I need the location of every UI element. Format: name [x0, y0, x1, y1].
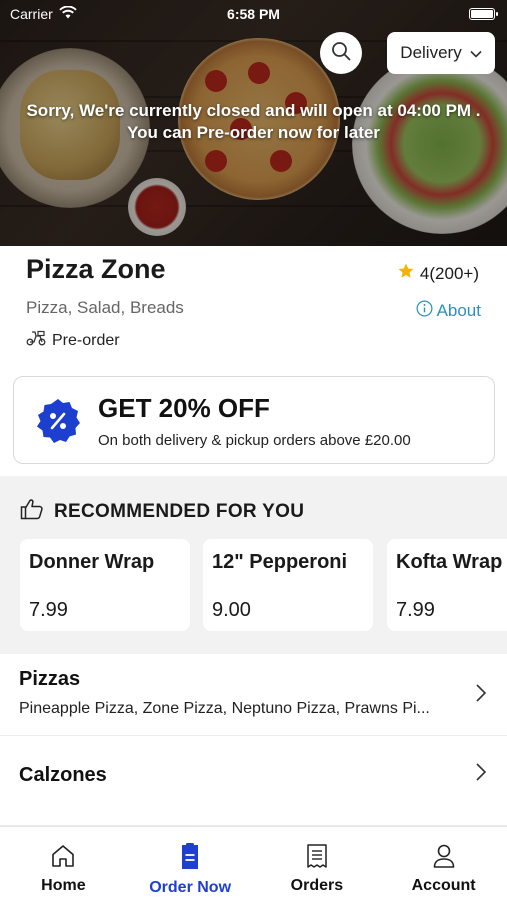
- chevron-right-icon: [475, 683, 487, 703]
- order-icon: [177, 843, 203, 876]
- chevron-right-icon: [475, 762, 487, 782]
- offer-description: On both delivery & pickup orders above £…: [98, 432, 411, 449]
- tab-label: Home: [41, 877, 86, 894]
- person-icon: [431, 843, 457, 874]
- delivery-mode-dropdown[interactable]: Delivery: [387, 32, 495, 74]
- closed-message: Sorry, We're currently closed and will o…: [0, 100, 507, 144]
- receipt-icon: [304, 843, 330, 874]
- thumbs-up-icon: [20, 498, 44, 526]
- category-row-calzones[interactable]: Calzones: [0, 736, 507, 826]
- item-price: 7.99: [396, 599, 435, 621]
- category-title: Pizzas: [19, 668, 81, 690]
- tab-account[interactable]: Account: [380, 827, 507, 900]
- status-bar: Carrier 6:58 PM: [0, 0, 507, 28]
- category-items: Pineapple Pizza, Zone Pizza, Neptuno Piz…: [19, 700, 430, 717]
- recommended-section: RECOMMENDED FOR YOU Donner Wrap 7.99 12"…: [0, 476, 507, 654]
- closed-message-line2: You can Pre-order now for later: [127, 123, 380, 142]
- clock: 6:58 PM: [227, 6, 280, 22]
- about-link[interactable]: About: [416, 300, 481, 322]
- order-type: Pre-order: [26, 330, 120, 351]
- delivery-mode-label: Delivery: [400, 43, 462, 62]
- search-icon: [331, 41, 351, 66]
- tab-home[interactable]: Home: [0, 827, 127, 900]
- scooter-icon: [26, 330, 46, 351]
- item-name: 12" Pepperoni: [212, 551, 348, 573]
- search-button[interactable]: [320, 32, 362, 74]
- bottom-tab-bar: Home Order Now Orders Account: [0, 826, 507, 900]
- rating-value: 4(200+): [419, 263, 479, 283]
- recommended-header: RECOMMENDED FOR YOU: [20, 498, 304, 526]
- item-name: Kofta Wrap: [396, 551, 503, 573]
- tab-label: Orders: [290, 877, 344, 894]
- tab-order-now[interactable]: Order Now: [127, 827, 254, 900]
- rating[interactable]: 4(200+): [397, 262, 479, 285]
- item-price: 9.00: [212, 599, 251, 621]
- offer-card[interactable]: GET 20% OFF On both delivery & pickup or…: [13, 376, 495, 464]
- offer-title: GET 20% OFF: [98, 393, 270, 423]
- recommended-heading: RECOMMENDED FOR YOU: [54, 501, 305, 522]
- tab-label: Account: [411, 877, 476, 894]
- restaurant-name: Pizza Zone: [26, 254, 166, 284]
- recommended-item-card[interactable]: Kofta Wrap 7.99: [387, 539, 507, 631]
- home-icon: [50, 843, 76, 874]
- order-type-label: Pre-order: [52, 331, 120, 349]
- recommended-item-card[interactable]: 12" Pepperoni 9.00: [203, 539, 373, 631]
- category-row-pizzas[interactable]: Pizzas Pineapple Pizza, Zone Pizza, Nept…: [0, 654, 507, 736]
- tab-orders[interactable]: Orders: [254, 827, 381, 900]
- info-icon: [416, 300, 433, 322]
- closed-message-line1: Sorry, We're currently closed and will o…: [26, 101, 481, 120]
- item-price: 7.99: [29, 599, 68, 621]
- cuisine-list: Pizza, Salad, Breads: [26, 298, 184, 317]
- tab-label: Order Now: [149, 879, 232, 896]
- recommended-item-card[interactable]: Donner Wrap 7.99: [20, 539, 190, 631]
- battery-icon: [469, 8, 498, 20]
- star-icon: [397, 262, 415, 285]
- discount-badge-icon: [34, 397, 82, 445]
- chevron-down-icon: [470, 43, 482, 63]
- category-title: Calzones: [19, 764, 107, 786]
- item-name: Donner Wrap: [29, 551, 155, 573]
- about-label: About: [436, 301, 481, 320]
